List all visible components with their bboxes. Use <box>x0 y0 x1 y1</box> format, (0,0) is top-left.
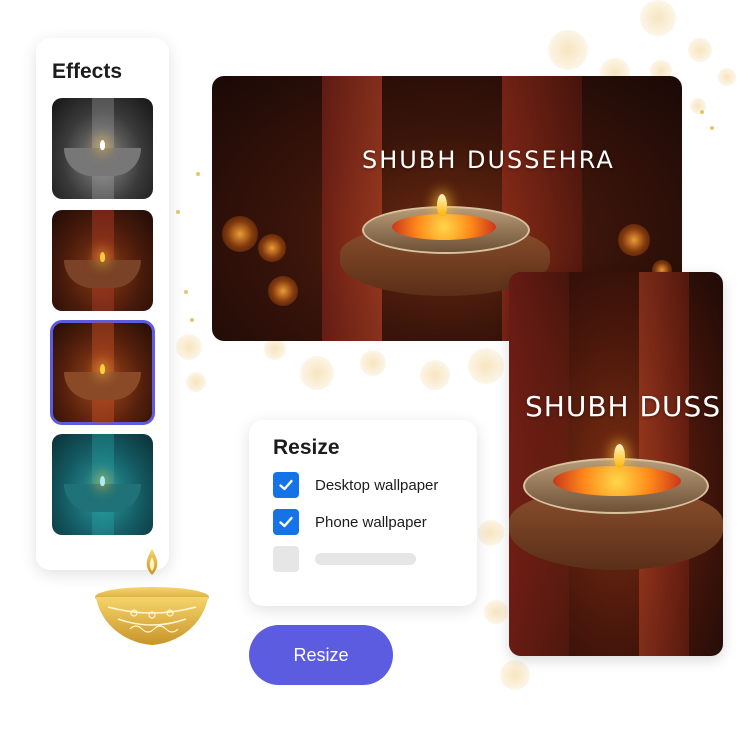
effect-thumbnail-warm-original[interactable] <box>52 210 153 311</box>
desktop-wallpaper-checkbox[interactable] <box>273 472 299 498</box>
phone-wallpaper-label: Phone wallpaper <box>315 513 427 531</box>
option-desktop-wallpaper[interactable]: Desktop wallpaper <box>273 472 453 498</box>
placeholder-checkbox[interactable] <box>273 546 299 572</box>
desktop-greeting-text: SHUBH DUSSEHRA <box>362 146 615 174</box>
placeholder-label-bar <box>315 553 416 565</box>
desktop-wallpaper-label: Desktop wallpaper <box>315 476 439 494</box>
effect-thumbnail-vibrant[interactable] <box>50 320 155 425</box>
effects-title: Effects <box>52 60 123 83</box>
phone-wallpaper-preview: SHUBH DUSSEHRA <box>509 272 723 656</box>
effect-thumbnail-teal-duotone[interactable] <box>52 434 153 535</box>
resize-options-card: Resize Desktop wallpaper Phone wallpaper <box>249 420 477 606</box>
effect-thumbnail-black-and-white[interactable] <box>52 98 153 199</box>
phone-greeting-text: SHUBH DUSSEHRA <box>525 390 723 423</box>
option-placeholder[interactable] <box>273 546 453 572</box>
resize-title: Resize <box>273 436 340 459</box>
check-icon <box>279 516 293 528</box>
check-icon <box>279 479 293 491</box>
diya-icon <box>95 549 209 645</box>
phone-wallpaper-checkbox[interactable] <box>273 509 299 535</box>
option-phone-wallpaper[interactable]: Phone wallpaper <box>273 509 453 535</box>
effects-panel: Effects <box>36 38 169 570</box>
resize-button[interactable]: Resize <box>249 625 393 685</box>
